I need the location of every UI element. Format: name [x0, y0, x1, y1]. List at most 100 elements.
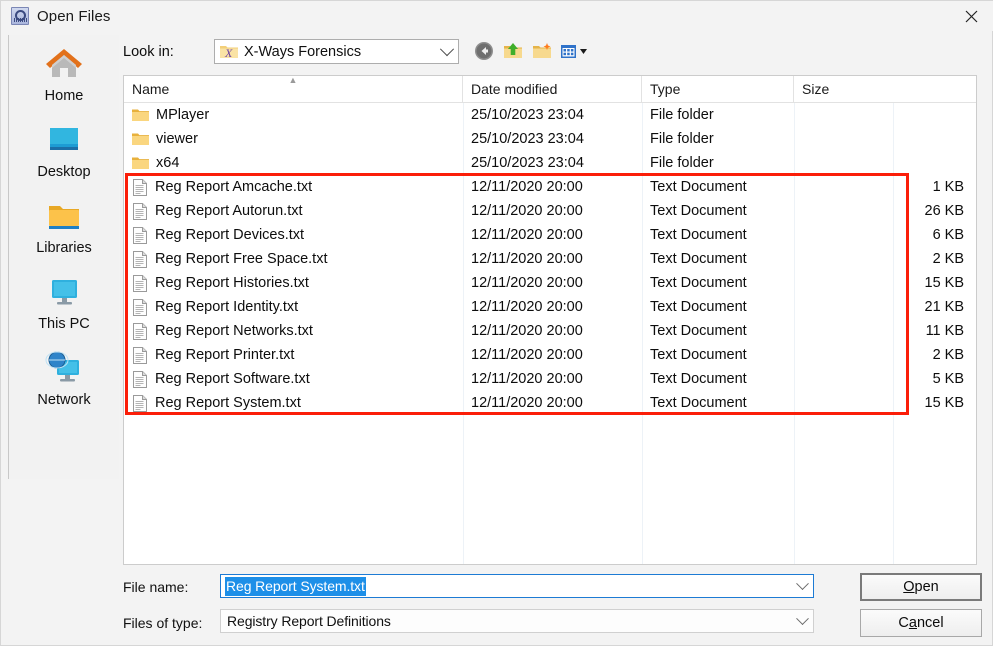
- table-row[interactable]: Reg Report Histories.txt 12/11/2020 20:00…: [124, 271, 976, 295]
- cell-name: Reg Report Printer.txt: [124, 346, 463, 364]
- cell-date-modified: 12/11/2020 20:00: [471, 203, 583, 219]
- column-label: Name: [132, 81, 170, 97]
- app-icon: [11, 7, 29, 25]
- open-button-label: Open: [903, 579, 939, 595]
- column-header-size[interactable]: Size: [794, 76, 976, 102]
- look-in-value: X-Ways Forensics: [244, 43, 362, 60]
- views-grid-icon[interactable]: [560, 40, 590, 62]
- file-name-input[interactable]: Reg Report System.txt: [220, 574, 814, 598]
- cell-name: Reg Report Software.txt: [124, 370, 463, 388]
- text-document-icon: [133, 322, 147, 340]
- text-document-icon: [133, 298, 147, 316]
- table-row[interactable]: Reg Report Software.txt 12/11/2020 20:00 T…: [124, 367, 976, 391]
- file-name-text: Reg Report Histories.txt: [155, 275, 309, 291]
- table-row[interactable]: Reg Report Devices.txt 12/11/2020 20:00 Te…: [124, 223, 976, 247]
- back-arrow-icon[interactable]: [473, 40, 495, 62]
- cell-name: Reg Report Devices.txt: [124, 226, 463, 244]
- file-name-text: Reg Report Identity.txt: [155, 299, 299, 315]
- table-row[interactable]: MPlayer 25/10/2023 23:04 File folder: [124, 103, 976, 127]
- files-of-type-value: Registry Report Definitions: [227, 613, 391, 629]
- cell-name: Reg Report System.txt: [124, 394, 463, 412]
- cell-date-modified: 12/11/2020 20:00: [471, 323, 583, 339]
- place-item-desktop[interactable]: Desktop: [9, 117, 119, 193]
- close-icon[interactable]: [948, 1, 993, 31]
- place-item-home[interactable]: Home: [9, 41, 119, 117]
- cell-date-modified: 12/11/2020 20:00: [471, 179, 583, 195]
- file-name-text: Reg Report Software.txt: [155, 371, 310, 387]
- folder-icon: [132, 132, 149, 146]
- place-item-network[interactable]: Network: [9, 345, 119, 421]
- chevron-down-icon[interactable]: [436, 40, 458, 63]
- cell-name: Reg Report Histories.txt: [124, 274, 463, 292]
- text-document-icon: [133, 226, 147, 244]
- svg-text:X: X: [224, 46, 233, 59]
- home-icon: [42, 41, 86, 87]
- place-item-libraries[interactable]: Libraries: [9, 193, 119, 269]
- cell-size: 5 KB: [932, 371, 964, 387]
- file-name-text: Reg Report System.txt: [155, 395, 301, 411]
- text-document-icon: [133, 178, 147, 196]
- text-document-icon: [133, 346, 147, 364]
- column-header-name[interactable]: ▲ Name: [124, 76, 463, 102]
- cell-type: Text Document: [650, 227, 747, 243]
- cell-date-modified: 12/11/2020 20:00: [471, 371, 583, 387]
- cell-type: Text Document: [650, 371, 747, 387]
- cell-name: Reg Report Networks.txt: [124, 322, 463, 340]
- table-row[interactable]: Reg Report Free Space.txt 12/11/2020 20:0…: [124, 247, 976, 271]
- column-label: Date modified: [471, 81, 558, 97]
- cell-size: 15 KB: [924, 275, 965, 291]
- table-row[interactable]: Reg Report Amcache.txt 12/11/2020 20:00 Te…: [124, 175, 976, 199]
- cell-size: 1 KB: [932, 179, 964, 195]
- cell-type: Text Document: [650, 179, 747, 195]
- cell-type: File folder: [650, 107, 714, 123]
- dialog-toolbar: [473, 40, 590, 62]
- title-bar: Open Files: [1, 1, 993, 31]
- table-row[interactable]: Reg Report Printer.txt 12/11/2020 20:00 Te…: [124, 343, 976, 367]
- look-in-combobox[interactable]: X X-Ways Forensics: [214, 39, 459, 64]
- table-row[interactable]: x64 25/10/2023 23:04 File folder: [124, 151, 976, 175]
- files-of-type-combobox[interactable]: Registry Report Definitions: [220, 609, 814, 633]
- file-name-text: Reg Report Amcache.txt: [155, 179, 313, 195]
- table-row[interactable]: Reg Report Identity.txt 12/11/2020 20:00 T…: [124, 295, 976, 319]
- cell-date-modified: 12/11/2020 20:00: [471, 227, 583, 243]
- column-header-type[interactable]: Type: [642, 76, 794, 102]
- desktop-icon: [42, 117, 86, 163]
- file-list-view[interactable]: ▲ Name Date modified Type Size MPlayer 25…: [123, 75, 977, 565]
- column-separator: [463, 103, 464, 564]
- table-row[interactable]: Reg Report Networks.txt 12/11/2020 20:00 T…: [124, 319, 976, 343]
- sort-ascending-icon: ▲: [288, 75, 298, 85]
- table-row[interactable]: Reg Report System.txt 12/11/2020 20:00 Tex…: [124, 391, 976, 415]
- cell-size: 11 KB: [925, 323, 964, 339]
- cell-size: 15 KB: [924, 395, 965, 411]
- table-row[interactable]: Reg Report Autorun.txt 12/11/2020 20:00 Te…: [124, 199, 976, 223]
- column-header-date-modified[interactable]: Date modified: [463, 76, 642, 102]
- files-of-type-chevron-down-icon[interactable]: [791, 610, 813, 632]
- cell-name: Reg Report Amcache.txt: [124, 178, 463, 196]
- file-name-text: MPlayer: [156, 107, 210, 123]
- file-name-text: Reg Report Autorun.txt: [155, 203, 303, 219]
- cell-name: Reg Report Identity.txt: [124, 298, 463, 316]
- file-rows: MPlayer 25/10/2023 23:04 File folder viewer…: [124, 103, 976, 564]
- cell-name: Reg Report Free Space.txt: [124, 250, 463, 268]
- column-header-row: ▲ Name Date modified Type Size: [124, 76, 976, 103]
- folder-icon: [132, 156, 149, 170]
- cell-date-modified: 25/10/2023 23:04: [471, 131, 584, 147]
- cell-type: Text Document: [650, 251, 747, 267]
- up-folder-icon[interactable]: [502, 40, 524, 62]
- file-name-label: File name:: [123, 579, 189, 595]
- cancel-button[interactable]: Cancel: [860, 609, 982, 637]
- cell-size: 2 KB: [932, 251, 964, 267]
- cell-type: Text Document: [650, 275, 747, 291]
- new-folder-icon[interactable]: [531, 40, 553, 62]
- open-button[interactable]: Open: [860, 573, 982, 601]
- cell-type: File folder: [650, 155, 714, 171]
- cell-date-modified: 12/11/2020 20:00: [471, 299, 583, 315]
- network-globe-icon: [42, 345, 86, 391]
- libraries-folder-icon: [42, 193, 86, 239]
- place-label: Network: [37, 392, 91, 408]
- table-row[interactable]: viewer 25/10/2023 23:04 File folder: [124, 127, 976, 151]
- column-separator: [794, 103, 795, 564]
- place-item-this-pc[interactable]: This PC: [9, 269, 119, 345]
- file-name-chevron-down-icon[interactable]: [791, 575, 813, 597]
- folder-icon: [132, 108, 149, 122]
